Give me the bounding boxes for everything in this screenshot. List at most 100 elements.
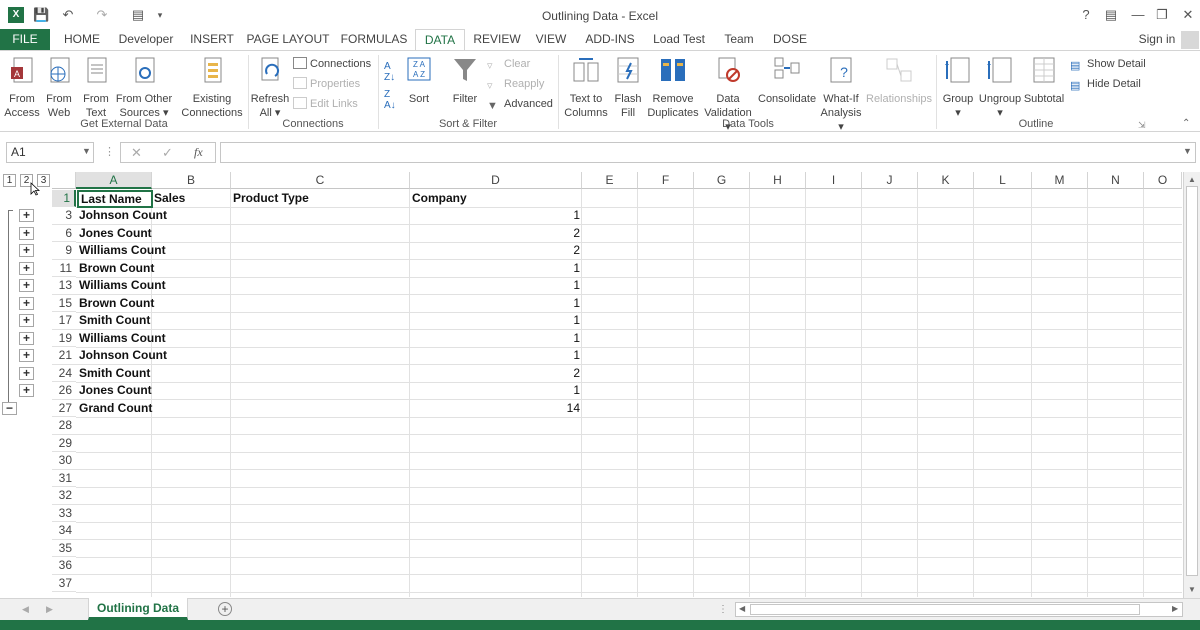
scroll-down-icon[interactable]: ▼: [1188, 585, 1196, 594]
column-header-b[interactable]: B: [152, 172, 231, 189]
column-header-h[interactable]: H: [750, 172, 806, 189]
show-detail-button[interactable]: ▤ Show Detail: [1070, 56, 1146, 72]
help-icon[interactable]: ?: [1076, 7, 1096, 23]
sheet-tab-outlining-data[interactable]: Outlining Data: [88, 598, 188, 620]
cell-count[interactable]: 1: [410, 312, 582, 330]
expand-formula-bar-icon[interactable]: ▼: [1183, 146, 1192, 156]
column-header-c[interactable]: C: [231, 172, 410, 189]
cell-last-name[interactable]: Smith Count: [77, 365, 152, 383]
column-header-a[interactable]: A: [76, 172, 152, 189]
enter-icon[interactable]: ✓: [162, 145, 173, 161]
tab-insert[interactable]: INSERT: [186, 29, 238, 51]
reapply-button[interactable]: ▿ Reapply: [487, 76, 544, 92]
row-header[interactable]: 27: [52, 400, 76, 417]
restore-icon[interactable]: ❐: [1152, 7, 1172, 23]
next-sheet-icon[interactable]: ▶: [46, 604, 53, 615]
cell-last-name[interactable]: Brown Count: [77, 260, 156, 278]
cell-c1[interactable]: Product Type: [231, 190, 311, 208]
row-header[interactable]: 24: [52, 365, 76, 382]
expand-group-button[interactable]: +: [19, 209, 34, 222]
refresh-all-button[interactable]: Refresh All ▾: [250, 55, 290, 120]
cell-count[interactable]: 1: [410, 347, 582, 365]
insert-function-icon[interactable]: fx: [194, 145, 203, 160]
row-header[interactable]: 21: [52, 347, 76, 365]
group-button[interactable]: + Group ▾: [940, 55, 976, 120]
cell-count[interactable]: 2: [410, 242, 582, 260]
row-header[interactable]: 13: [52, 277, 76, 295]
expand-group-button[interactable]: +: [19, 366, 34, 380]
tab-data[interactable]: DATA: [415, 29, 465, 51]
row-header[interactable]: 15: [52, 295, 76, 312]
row-header[interactable]: 1: [52, 189, 76, 207]
tab-dose[interactable]: DOSE: [768, 29, 812, 51]
cell-last-name[interactable]: Williams Count: [77, 242, 168, 260]
row-header[interactable]: 33: [52, 505, 76, 522]
ungroup-button[interactable]: − Ungroup ▾: [978, 55, 1022, 120]
relationships-button[interactable]: Relationships: [866, 55, 932, 106]
from-other-sources-button[interactable]: From Other Sources ▾: [114, 55, 174, 120]
name-box[interactable]: A1: [6, 142, 94, 163]
close-icon[interactable]: ✕: [1178, 7, 1198, 23]
expand-group-button[interactable]: +: [19, 279, 34, 292]
column-header-f[interactable]: F: [638, 172, 694, 189]
row-header[interactable]: 32: [52, 487, 76, 505]
column-header-l[interactable]: L: [974, 172, 1032, 189]
expand-group-button[interactable]: +: [19, 384, 34, 397]
row-header[interactable]: 9: [52, 242, 76, 260]
clear-button[interactable]: ▿ Clear: [487, 56, 530, 72]
row-header[interactable]: 30: [52, 452, 76, 470]
column-header-o[interactable]: O: [1144, 172, 1182, 189]
hide-detail-button[interactable]: ▤ Hide Detail: [1070, 76, 1141, 92]
expand-group-button[interactable]: +: [19, 261, 34, 275]
expand-group-button[interactable]: +: [19, 296, 34, 310]
tab-team[interactable]: Team: [718, 29, 760, 51]
collapse-group-button[interactable]: −: [2, 401, 17, 415]
scroll-thumb[interactable]: [1186, 186, 1198, 576]
row-header[interactable]: 31: [52, 470, 76, 487]
from-web-button[interactable]: From Web: [42, 55, 76, 120]
sort-z-to-a-icon[interactable]: Z A↓: [384, 89, 396, 111]
expand-group-button[interactable]: +: [19, 349, 34, 362]
subtotal-button[interactable]: Subtotal: [1022, 55, 1066, 106]
sort-a-to-z-icon[interactable]: A Z↓: [384, 61, 395, 83]
ribbon-display-icon[interactable]: ▤: [1101, 7, 1121, 23]
cell-last-name[interactable]: Williams Count: [77, 277, 168, 295]
tab-splitter-icon[interactable]: ⋮: [718, 604, 728, 615]
cell-count[interactable]: 1: [410, 295, 582, 313]
text-to-columns-button[interactable]: Text to Columns: [562, 55, 610, 120]
scroll-right-icon[interactable]: ▶: [1172, 604, 1178, 613]
row-header[interactable]: 29: [52, 435, 76, 452]
row-header[interactable]: 37: [52, 575, 76, 592]
cell-last-name[interactable]: Grand Count: [77, 400, 154, 418]
cell-count[interactable]: 2: [410, 365, 582, 383]
cell-count[interactable]: 1: [410, 207, 582, 225]
cell-last-name[interactable]: Jones Count: [77, 225, 154, 243]
cell-last-name[interactable]: Jones Count: [77, 382, 154, 400]
properties-button[interactable]: Properties: [293, 76, 360, 92]
expand-group-button[interactable]: +: [19, 331, 34, 345]
flash-fill-button[interactable]: Flash Fill: [612, 55, 644, 120]
name-box-dropdown-icon[interactable]: ▼: [82, 146, 91, 156]
collapse-ribbon-icon[interactable]: ⌃: [1182, 118, 1190, 129]
cell-last-name[interactable]: Brown Count: [77, 295, 156, 313]
cell-count[interactable]: 14: [410, 400, 582, 418]
minimize-icon[interactable]: —: [1128, 7, 1148, 23]
column-header-g[interactable]: G: [694, 172, 750, 189]
column-header-j[interactable]: J: [862, 172, 918, 189]
tab-home[interactable]: HOME: [58, 29, 106, 51]
tab-page-layout[interactable]: PAGE LAYOUT: [246, 29, 330, 51]
horizontal-scrollbar[interactable]: ◀ ▶: [735, 602, 1183, 617]
tab-load-test[interactable]: Load Test: [648, 29, 710, 51]
tab-add-ins[interactable]: ADD-INS: [582, 29, 638, 51]
expand-group-button[interactable]: +: [19, 244, 34, 257]
scroll-left-icon[interactable]: ◀: [739, 604, 745, 613]
cell-last-name[interactable]: Williams Count: [77, 330, 168, 348]
cell-last-name[interactable]: Johnson Count: [77, 207, 169, 225]
row-header[interactable]: 3: [52, 207, 76, 225]
row-header[interactable]: 28: [52, 417, 76, 435]
cell-count[interactable]: 2: [410, 225, 582, 243]
h-scroll-thumb[interactable]: [750, 604, 1140, 615]
remove-duplicates-button[interactable]: Remove Duplicates: [646, 55, 700, 120]
sign-in-link[interactable]: Sign in: [1132, 29, 1182, 51]
cell-b1[interactable]: Sales: [152, 190, 187, 208]
